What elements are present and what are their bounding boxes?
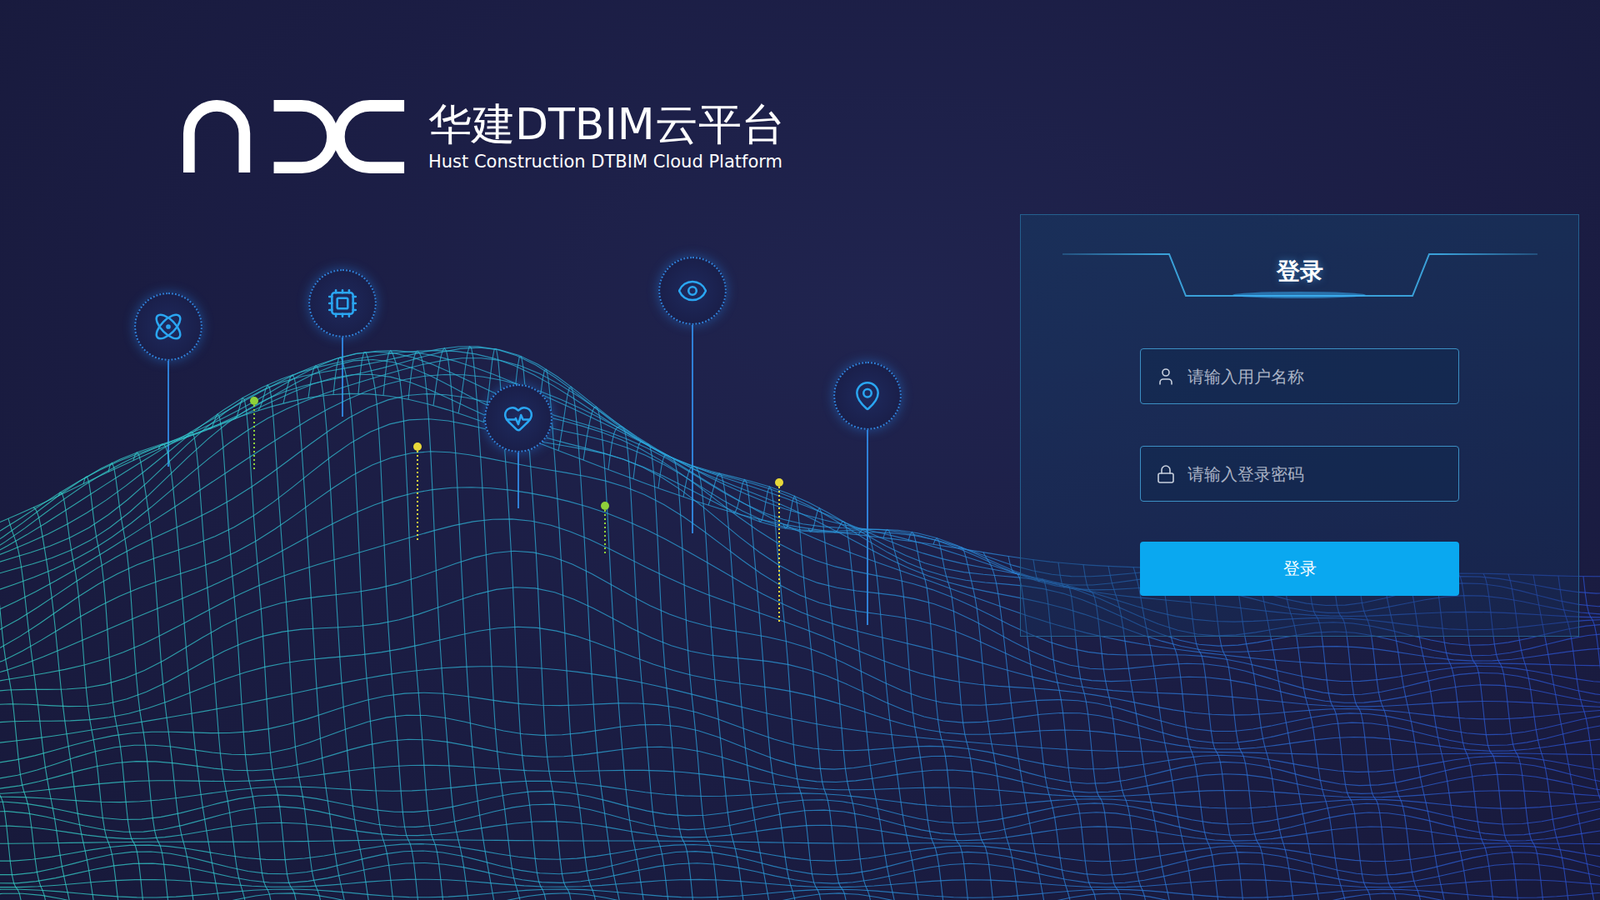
username-input[interactable] <box>1185 365 1444 388</box>
login-title: 登录 <box>1276 255 1324 289</box>
brand-header: 华建DTBIM云平台Hust Construction DTBIM Cloud … <box>180 99 1580 175</box>
login-panel: 登录登录 <box>1020 214 1580 637</box>
feature-pin <box>308 269 377 338</box>
lock-icon <box>1155 464 1176 485</box>
username-field[interactable] <box>1140 348 1460 405</box>
user-icon <box>1155 366 1176 387</box>
feature-pin <box>658 256 727 325</box>
map-pin-icon <box>851 380 884 412</box>
login-page: 华建DTBIM云平台Hust Construction DTBIM Cloud … <box>0 0 1600 900</box>
feature-pin <box>833 361 902 430</box>
logo-icon <box>180 99 409 175</box>
title-tab-frame <box>1020 215 1580 299</box>
brand-title: 华建DTBIM云平台 <box>428 100 785 149</box>
password-field[interactable] <box>1140 445 1460 502</box>
heart-pulse-icon <box>502 402 535 435</box>
feature-pin <box>134 292 203 361</box>
feature-pin <box>484 384 553 453</box>
chip-icon <box>326 287 359 320</box>
brand-subtitle: Hust Construction DTBIM Cloud Platform <box>428 151 785 173</box>
password-input[interactable] <box>1185 463 1444 485</box>
eye-icon <box>676 275 709 307</box>
login-form: 登录 <box>1140 348 1460 596</box>
atom-icon <box>152 310 185 343</box>
login-button[interactable]: 登录 <box>1140 541 1460 596</box>
